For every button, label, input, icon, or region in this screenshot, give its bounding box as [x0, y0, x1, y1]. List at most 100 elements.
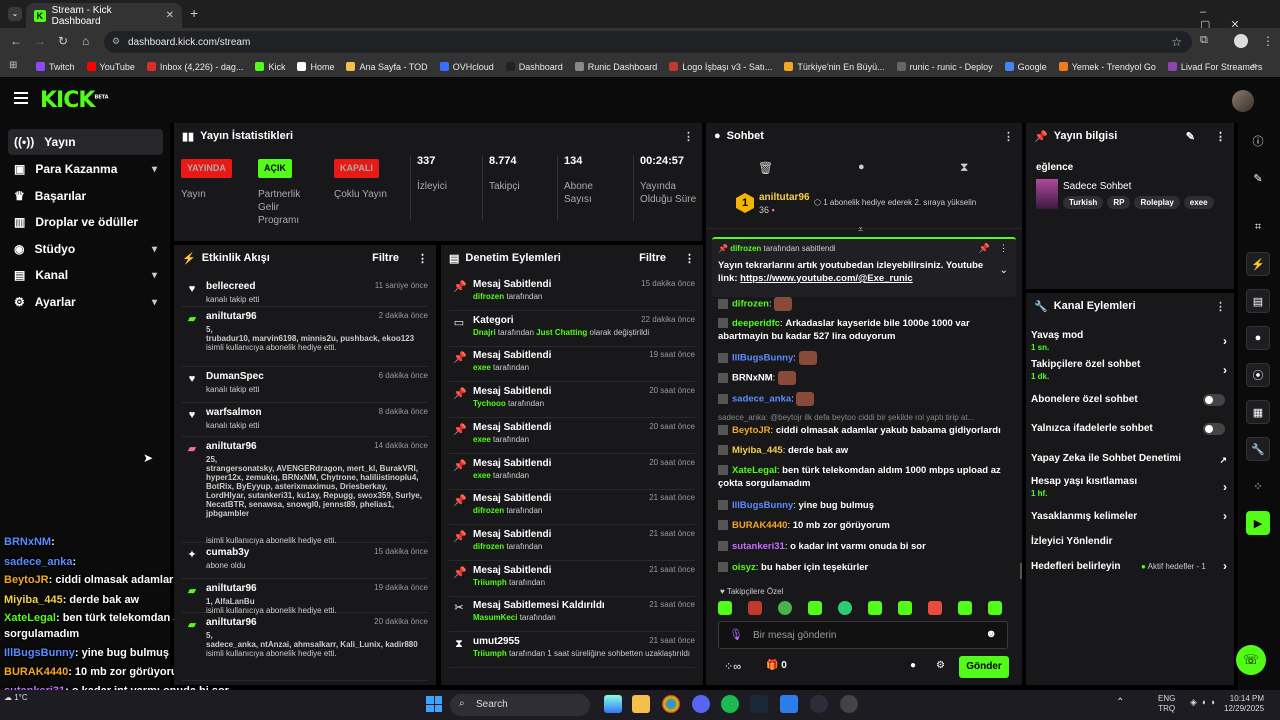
banned-words-item[interactable]: Yasaklanmış kelimeler ›	[1031, 509, 1227, 523]
sidebar-item-basarilar[interactable]: ♛ Başarılar	[8, 183, 163, 209]
chat-username[interactable]: difrozen	[732, 299, 769, 310]
windows-start-icon[interactable]	[426, 696, 442, 712]
bookmark-item[interactable]: Kick	[255, 62, 285, 72]
chat-toolbar-icon[interactable]: ●	[1246, 326, 1270, 350]
points-toolbar-icon[interactable]: ⁘	[1246, 474, 1270, 498]
emote-icon[interactable]	[718, 601, 732, 615]
chat-username[interactable]: XateLegal	[732, 465, 777, 476]
wrench-toolbar-icon[interactable]: 🔧	[1246, 437, 1270, 461]
kick-logo[interactable]: KICKBETA	[40, 88, 109, 113]
emote-icon[interactable]	[988, 601, 1002, 615]
activity-username[interactable]: DumanSpec	[206, 371, 264, 382]
info-icon[interactable]: ⓘ	[1246, 129, 1270, 153]
activity-username[interactable]: cumab3y	[206, 547, 249, 558]
category-link[interactable]: Just Chatting	[536, 328, 587, 337]
discord-icon[interactable]	[692, 695, 710, 713]
hourglass-icon[interactable]: ⧗	[960, 160, 968, 175]
document-icon[interactable]: ▤	[1246, 289, 1270, 313]
bookmark-item[interactable]: Inbox (4,226) - dag...	[146, 62, 243, 72]
support-icon[interactable]: ☏	[1236, 645, 1266, 675]
tab-search-icon[interactable]: ⌄	[8, 7, 22, 21]
send-button[interactable]: Gönder	[959, 656, 1009, 678]
obs-icon[interactable]	[810, 695, 828, 713]
sidebar-item-ayarlar[interactable]: ⚙ Ayarlar ▾	[8, 289, 163, 315]
chat-settings-icon[interactable]: ⚙	[936, 660, 945, 671]
clock[interactable]: 10:14 PM 12/29/2025	[1224, 694, 1264, 714]
emote-icon[interactable]	[808, 601, 822, 615]
moderator-name[interactable]: Triiumph	[473, 649, 507, 658]
moderator-name[interactable]: Triiumph	[473, 578, 507, 587]
activity-username[interactable]: bellecreed	[206, 281, 255, 292]
trash-icon[interactable]: 🗑	[758, 161, 773, 175]
bookmark-item[interactable]: Google	[1004, 62, 1047, 72]
emote-icon[interactable]	[928, 601, 942, 615]
tab-close-icon[interactable]: ✕	[166, 10, 174, 21]
emote-icon[interactable]	[868, 601, 882, 615]
reload-icon[interactable]: ↻	[58, 34, 68, 48]
chat-username[interactable]: IllBugsBunny	[732, 353, 793, 364]
moderation-menu-icon[interactable]: ⋮	[684, 252, 695, 265]
emote-icon[interactable]	[838, 601, 852, 615]
sidebar-item-droplar[interactable]: ▥ Droplar ve ödüller	[8, 209, 163, 235]
moderator-name[interactable]: exee	[473, 363, 491, 372]
bookmark-item[interactable]: Home	[297, 62, 334, 72]
taskbar-search[interactable]: ⌕ Search	[450, 694, 590, 716]
moderator-name[interactable]: Dnajri	[473, 328, 496, 337]
chat-username[interactable]: BRNxNM	[732, 373, 773, 384]
slow-mode-item[interactable]: Yavaş mod 1 sn. ›	[1031, 330, 1227, 352]
menu-icon[interactable]	[14, 92, 28, 104]
moderator-name[interactable]: MasumKeci	[473, 613, 517, 622]
leader-name[interactable]: aniltutar96	[759, 192, 810, 203]
activity-username[interactable]: warfsalmon	[206, 407, 262, 418]
bookmark-item[interactable]: YouTube	[86, 62, 135, 72]
bookmark-item[interactable]: Yemek - Trendyol Go	[1058, 62, 1156, 72]
gift-counter[interactable]: 🎁 0	[766, 660, 787, 671]
app2-icon[interactable]	[840, 695, 858, 713]
speech-icon[interactable]: ●	[858, 161, 865, 173]
chrome-icon[interactable]	[662, 695, 680, 713]
activity-menu-icon[interactable]: ⋮	[417, 252, 428, 265]
bookmark-item[interactable]: Dashboard	[505, 62, 563, 72]
tag-chip[interactable]: RP	[1107, 196, 1131, 209]
collapse-icon[interactable]: ⩡	[858, 224, 863, 235]
mic-icon[interactable]: 🎙	[729, 628, 743, 641]
emote-chat-toggle[interactable]	[1203, 423, 1225, 435]
pin-icon[interactable]: 📌	[979, 243, 990, 254]
ai-moderation-item[interactable]: Yapay Zeka ile Sohbet Denetimi ↗	[1031, 453, 1227, 465]
app-icon[interactable]	[780, 695, 798, 713]
moderator-name[interactable]: Tychooo	[473, 399, 506, 408]
spotify-icon[interactable]	[721, 695, 739, 713]
channel-actions-menu-icon[interactable]: ⋮	[1215, 300, 1226, 313]
bookmark-item[interactable]: Türkiye'nin En Büyü...	[784, 62, 885, 72]
tag-chip[interactable]: Roleplay	[1134, 196, 1180, 209]
chat-scrollbar[interactable]	[1020, 563, 1022, 579]
more-bookmarks-icon[interactable]: »	[1252, 60, 1257, 70]
moderator-name[interactable]: difrozen	[473, 292, 504, 301]
moderator-name[interactable]: exee	[473, 435, 491, 444]
category-name[interactable]: Sadece Sohbet	[1063, 181, 1131, 192]
chat-username[interactable]: deeperidfc	[732, 318, 780, 329]
info-menu-icon[interactable]: ⋮	[1215, 130, 1226, 143]
tray-chevron-icon[interactable]: ⌃	[1116, 697, 1124, 708]
sidebar-item-yayin[interactable]: ((•)) Yayın	[8, 129, 163, 155]
flash-icon[interactable]: ⚡	[1246, 252, 1270, 276]
tag-chip[interactable]: exee	[1183, 196, 1214, 209]
emote-chat-item[interactable]: Yalnızca ifadelerle sohbet	[1031, 423, 1227, 435]
chat-username[interactable]: oisyz	[732, 562, 756, 573]
points-icon[interactable]: ⁘∞	[724, 660, 741, 673]
chat-username[interactable]: sadece_anka	[732, 394, 791, 405]
chevron-down-icon[interactable]: ⌄	[1000, 265, 1008, 276]
activity-username[interactable]: aniltutar96	[206, 441, 257, 452]
chat-username[interactable]: sutankeri31	[732, 541, 785, 552]
activity-username[interactable]: aniltutar96	[206, 583, 257, 594]
emoji-icon[interactable]: ☻	[985, 628, 997, 640]
user-avatar[interactable]	[1232, 90, 1254, 112]
file-explorer-icon[interactable]	[632, 695, 650, 713]
bookmark-item[interactable]: Livad For Streamers	[1167, 62, 1262, 72]
account-age-item[interactable]: Hesap yaşı kısıtlaması 1 hf. ›	[1031, 476, 1227, 498]
copilot-icon[interactable]	[604, 695, 622, 713]
tray-icons[interactable]: ◈◖◗	[1190, 697, 1220, 708]
bookmark-item[interactable]: Runic Dashboard	[574, 62, 657, 72]
forward-icon[interactable]: →	[34, 34, 46, 48]
bookmark-star-icon[interactable]: ☆	[1171, 35, 1182, 49]
